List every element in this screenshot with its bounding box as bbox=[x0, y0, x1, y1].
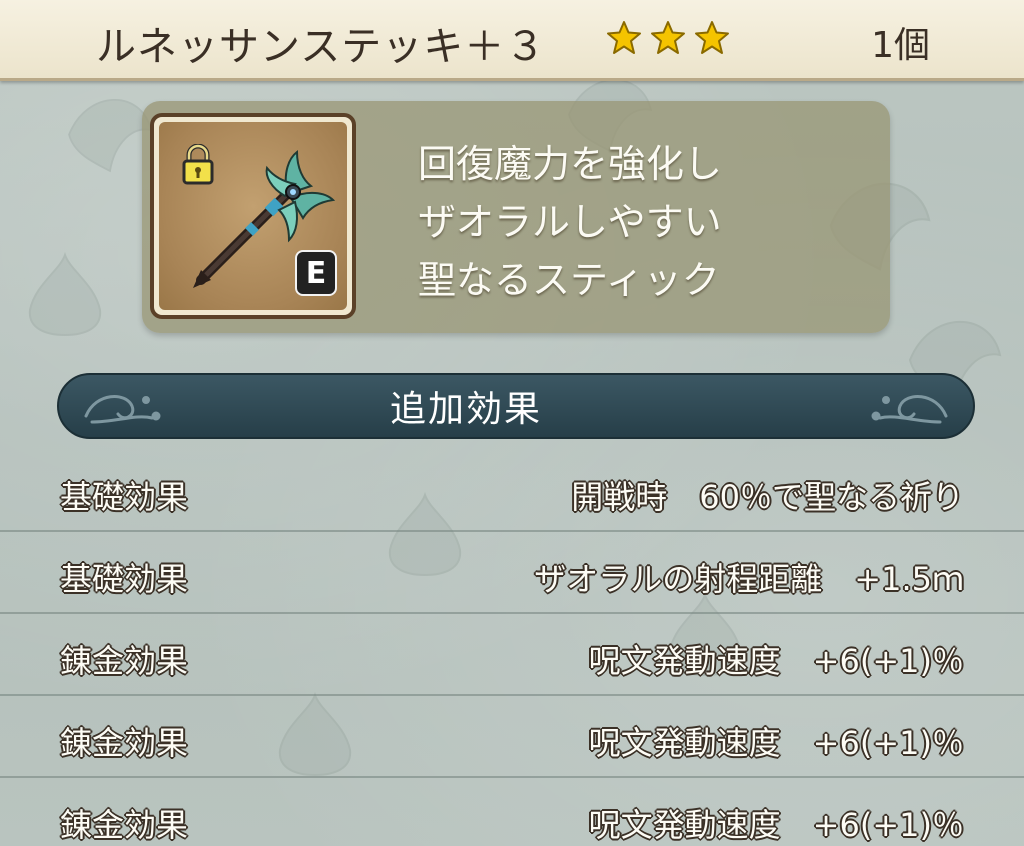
equipped-badge: E bbox=[295, 250, 337, 296]
effect-row: 基礎効果 開戦時 60％で聖なる祈り bbox=[0, 450, 1024, 532]
effect-label: 錬金効果 bbox=[60, 806, 189, 844]
item-quantity: 1個 bbox=[871, 25, 930, 66]
effect-row: 錬金効果 呪文発動速度 +6(+1)％ bbox=[0, 696, 1024, 778]
effect-row: 基礎効果 ザオラルの射程距離 +1.5ｍ bbox=[0, 532, 1024, 614]
section-banner: 追加効果 bbox=[56, 372, 976, 440]
description-line: 回復魔力を強化し bbox=[418, 142, 723, 186]
star-icon bbox=[651, 21, 685, 54]
effect-value: ザオラルの射程距離 +1.5ｍ bbox=[534, 560, 964, 598]
effect-label: 錬金効果 bbox=[60, 642, 189, 680]
effect-label: 基礎効果 bbox=[60, 478, 189, 516]
description-line: 聖なるスティック bbox=[418, 258, 720, 302]
star-icon bbox=[607, 21, 641, 54]
item-header: ルネッサンステッキ＋３ 1個 bbox=[0, 0, 1024, 81]
effect-value: 呪文発動速度 +6(+1)％ bbox=[588, 806, 964, 844]
effect-value: 呪文発動速度 +6(+1)％ bbox=[588, 724, 964, 762]
item-name: ルネッサンステッキ＋３ bbox=[96, 24, 547, 70]
star-icon bbox=[695, 21, 729, 54]
effect-value: 開戦時 60％で聖なる祈り bbox=[571, 478, 964, 516]
effect-row: 錬金効果 呪文発動速度 +6(+1)％ bbox=[0, 778, 1024, 846]
item-icon-background: E bbox=[159, 122, 347, 310]
effect-row: 錬金効果 呪文発動速度 +6(+1)％ bbox=[0, 614, 1024, 696]
effect-label: 錬金効果 bbox=[60, 724, 189, 762]
effect-value: 呪文発動速度 +6(+1)％ bbox=[588, 642, 964, 680]
rarity-stars bbox=[606, 20, 730, 56]
item-detail-panel: E 回復魔力を強化し ザオラルしやすい 聖なるスティック bbox=[142, 101, 890, 333]
slime-watermark-icon bbox=[28, 251, 102, 337]
effects-list: 基礎効果 開戦時 60％で聖なる祈り 基礎効果 ザオラルの射程距離 +1.5ｍ … bbox=[0, 450, 1024, 846]
effect-label: 基礎効果 bbox=[60, 560, 189, 598]
lock-icon bbox=[182, 144, 214, 185]
section-title: 追加効果 bbox=[389, 389, 542, 430]
item-description: 回復魔力を強化し ザオラルしやすい 聖なるスティック bbox=[418, 135, 722, 309]
item-icon-frame[interactable]: E bbox=[150, 113, 356, 319]
description-line: ザオラルしやすい bbox=[418, 200, 722, 244]
